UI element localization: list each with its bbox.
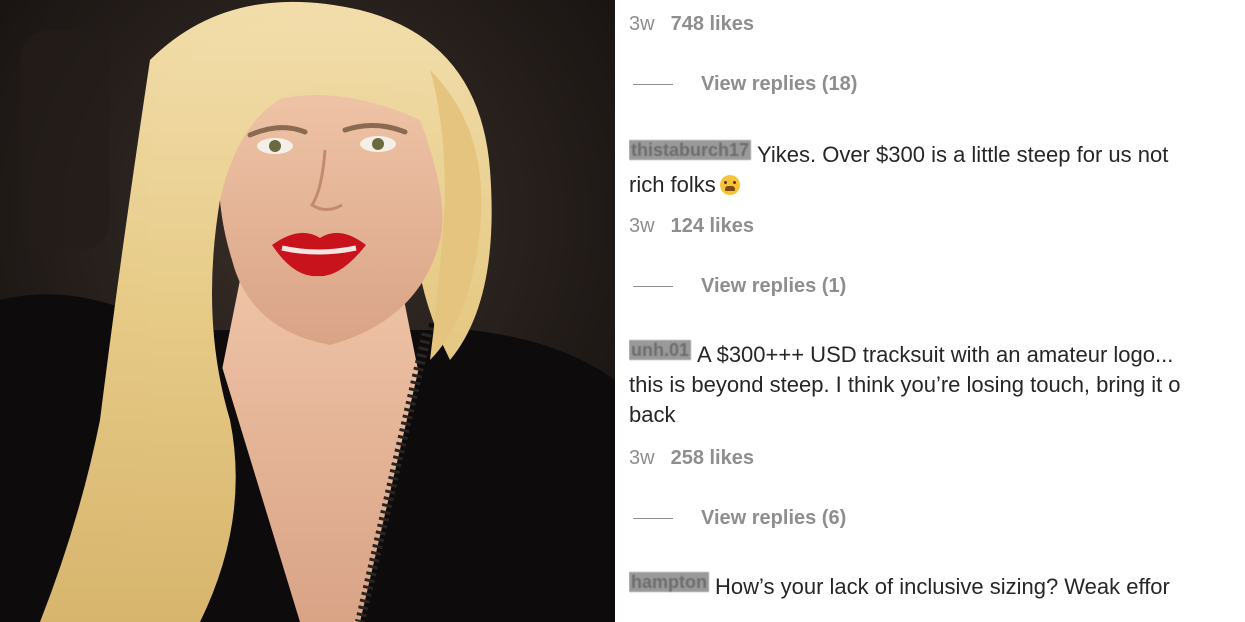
comments-panel: 3w 748 likes View replies (18) thistaburc… <box>629 0 1245 622</box>
likes-count[interactable]: 124 likes <box>671 215 754 237</box>
replies-divider <box>633 84 673 86</box>
comment-line: this is beyond steep. I think you’re los… <box>629 370 1181 400</box>
weary-face-emoji-icon <box>719 175 740 195</box>
comment-meta: 3w 748 likes <box>629 12 754 36</box>
comment-line: rich folks <box>629 170 1168 200</box>
replies-divider <box>633 518 673 520</box>
comment-meta: 3w 258 likes <box>629 446 754 470</box>
portrait-illustration <box>0 0 615 622</box>
comment-text: rich folks <box>629 172 716 197</box>
likes-count[interactable]: 748 likes <box>671 13 754 35</box>
comment-text: this is beyond steep. I think you’re los… <box>629 372 1181 397</box>
comment-time: 3w <box>629 447 655 469</box>
comment-line: thistaburch17 Yikes. Over $300 is a littl… <box>629 140 1168 170</box>
comment-text: back <box>629 402 676 427</box>
panel-divider <box>615 0 629 622</box>
view-replies-label: View replies (6) <box>701 507 847 529</box>
comment-item: thistaburch17 Yikes. Over $300 is a littl… <box>629 140 1168 200</box>
view-replies-label: View replies (1) <box>701 275 847 297</box>
comment-line: hampton How’s your lack of inclusive sizi… <box>629 572 1170 602</box>
comment-text: Yikes. Over $300 is a little steep for u… <box>757 142 1169 167</box>
comment-item: hampton How’s your lack of inclusive sizi… <box>629 572 1170 602</box>
portrait-photo <box>0 0 615 622</box>
comment-username[interactable]: hampton <box>629 572 709 592</box>
comment-text: A $300+++ USD tracksuit with an amateur … <box>697 342 1174 367</box>
comment-line: back <box>629 400 1181 430</box>
comment-line: unh.01 A $300+++ USD tracksuit with an am… <box>629 340 1181 370</box>
comment-meta: 3w 124 likes <box>629 214 754 238</box>
view-replies-button[interactable]: View replies (18) <box>633 72 857 96</box>
view-replies-button[interactable]: View replies (6) <box>633 506 846 530</box>
comment-username[interactable]: thistaburch17 <box>629 140 752 160</box>
comment-item: unh.01 A $300+++ USD tracksuit with an am… <box>629 340 1181 430</box>
comment-time: 3w <box>629 13 655 35</box>
view-replies-label: View replies (18) <box>701 73 858 95</box>
replies-divider <box>633 286 673 288</box>
comment-text: How’s your lack of inclusive sizing? Wea… <box>715 574 1170 599</box>
view-replies-button[interactable]: View replies (1) <box>633 274 846 298</box>
comment-time: 3w <box>629 215 655 237</box>
comment-username[interactable]: unh.01 <box>629 340 692 360</box>
likes-count[interactable]: 258 likes <box>671 447 754 469</box>
